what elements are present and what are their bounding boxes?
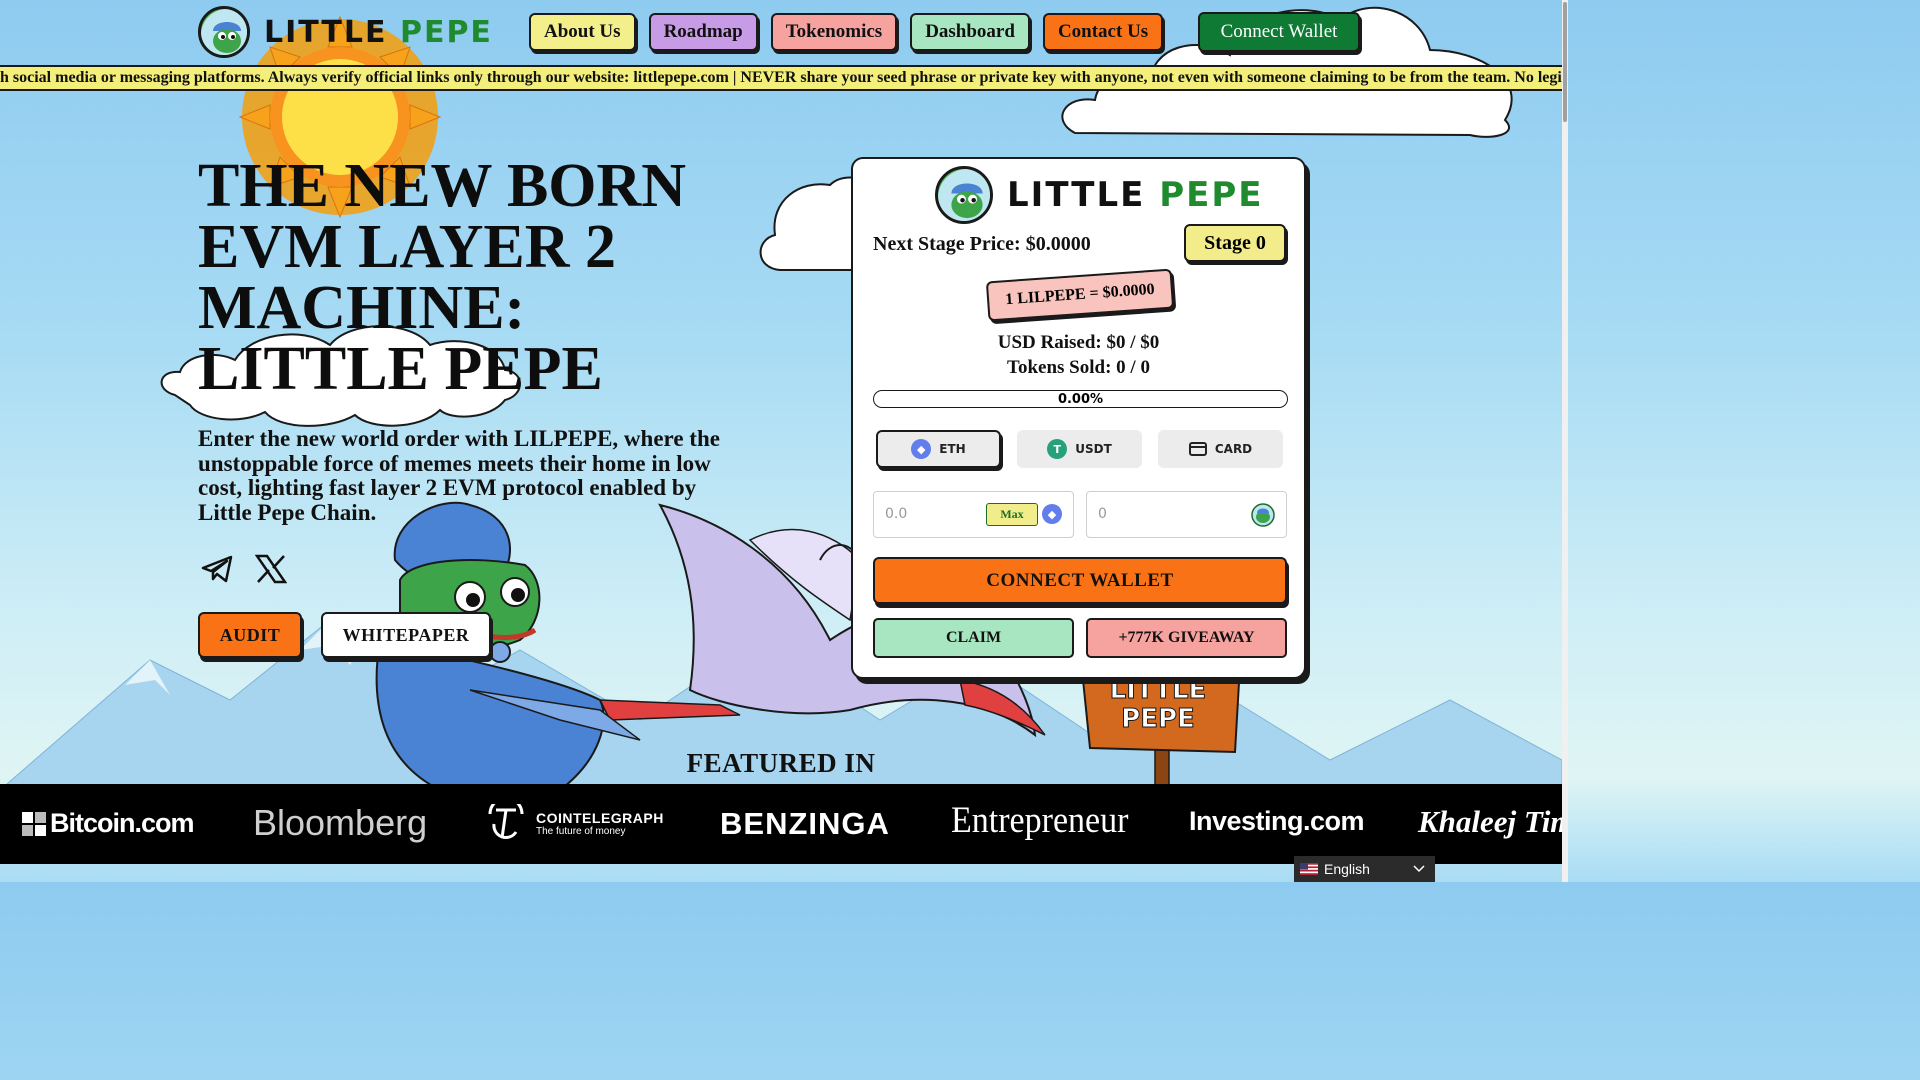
nav-about-us[interactable]: About Us [529,13,636,51]
giveaway-button[interactable]: +777K GIVEAWAY [1086,618,1287,658]
press-bloomberg[interactable]: Bloomberg [253,802,427,844]
brand-word-1: LITTLE [1007,175,1146,215]
page-scrollbar[interactable] [1562,0,1568,882]
x-twitter-link[interactable] [253,552,289,586]
us-flag-icon [1300,863,1318,875]
tab-card-label: CARD [1214,442,1253,456]
stage-badge: Stage 0 [1184,224,1286,262]
press-bitcoin-com[interactable]: Bitcoin.com [22,808,195,839]
tab-usdt[interactable]: T USDT [1017,430,1142,468]
x-icon [255,554,287,584]
chevron-down-icon [1413,865,1425,873]
brand-name: LITTLE PEPE [264,15,493,50]
receive-amount-value: 0 [1098,506,1107,522]
eth-icon: ◆ [1042,504,1062,524]
telegram-link[interactable] [199,552,235,586]
main-nav: About Us Roadmap Tokenomics Dashboard Co… [529,13,1164,51]
language-selector[interactable]: English [1294,856,1435,882]
presale-progress-bar: 0.00% [873,390,1288,408]
widget-logo: LITTLE PEPE [935,166,1264,224]
pay-amount-value: 0.0 [885,506,908,522]
press-investing-com[interactable]: Investing.com [1189,806,1365,837]
sign-line-1: LITTLE [1110,675,1207,705]
tab-usdt-label: USDT [1075,442,1112,456]
press-logos-bar: Bitcoin.com Bloomberg COINTELEGRAPH The … [0,784,1562,864]
hero-title: THE NEW BORN EVM LAYER 2 MACHINE: LITTLE… [198,152,687,403]
press-benzinga[interactable]: BENZINGA [720,806,890,842]
next-stage-price: Next Stage Price: $0.0000 [873,233,1091,255]
telegram-icon [201,555,233,583]
tab-eth-label: ETH [939,442,966,456]
tab-card[interactable]: CARD [1158,430,1283,468]
bitcoin-com-icon [22,811,46,836]
lilpepe-token-icon [1251,503,1275,532]
press-bitcoin-label: Bitcoin.com [50,808,195,838]
tab-eth[interactable]: ◆ ETH [876,430,1001,468]
usd-raised: USD Raised: $0 / $0 [997,332,1160,353]
language-label: English [1324,861,1370,877]
site-logo[interactable]: LITTLE PEPE [198,6,493,58]
nav-dashboard[interactable]: Dashboard [910,13,1030,51]
token-rate: 1 LILPEPE = $0.0000 [985,268,1175,322]
hero-description: Enter the new world order with LILPEPE, … [198,426,720,525]
brand-word-1: LITTLE [264,14,388,50]
presale-widget: LITTLE PEPE Next Stage Price: $0.0000 St… [851,157,1306,679]
header-connect-wallet-button[interactable]: Connect Wallet [1198,12,1360,52]
press-entrepreneur[interactable]: Entrepreneur [951,800,1128,842]
security-ticker: h social media or messaging platforms. A… [0,65,1562,91]
nav-roadmap[interactable]: Roadmap [648,13,758,51]
ticker-text: h social media or messaging platforms. A… [0,69,1562,86]
scrollbar-thumb[interactable] [1563,2,1567,122]
pepe-logo-icon [198,6,250,58]
nav-contact-us[interactable]: Contact Us [1042,13,1164,51]
claim-button[interactable]: CLAIM [873,618,1074,658]
eth-icon: ◆ [911,439,932,459]
brand-word-2: PEPE [399,14,493,50]
max-button[interactable]: Max [986,503,1038,526]
featured-in-heading: FEATURED IN [686,748,876,778]
nav-tokenomics[interactable]: Tokenomics [770,13,898,51]
sign-line-2: PEPE [1121,704,1195,734]
press-cointelegraph-label: COINTELEGRAPH [536,809,664,826]
usdt-icon: T [1047,439,1068,459]
audit-button[interactable]: AUDIT [198,612,302,658]
press-khaleej-times[interactable]: Khaleej Times [1418,804,1562,840]
progress-label: 0.00% [1057,391,1104,407]
pay-amount-input[interactable]: 0.0 Max ◆ [873,491,1074,538]
brand-word-2: PEPE [1159,175,1264,215]
press-cointelegraph-tagline: The future of money [536,825,626,837]
card-icon [1188,442,1207,456]
cointelegraph-icon [488,804,524,839]
receive-amount-input[interactable]: 0 [1086,491,1287,538]
connect-wallet-button[interactable]: CONNECT WALLET [873,557,1287,604]
tokens-sold: Tokens Sold: 0 / 0 [1007,357,1150,378]
pepe-logo-icon [935,166,993,224]
widget-brand-name: LITTLE PEPE [1007,175,1264,215]
press-cointelegraph[interactable]: COINTELEGRAPH The future of money [486,804,664,842]
whitepaper-button[interactable]: WHITEPAPER [321,612,491,658]
